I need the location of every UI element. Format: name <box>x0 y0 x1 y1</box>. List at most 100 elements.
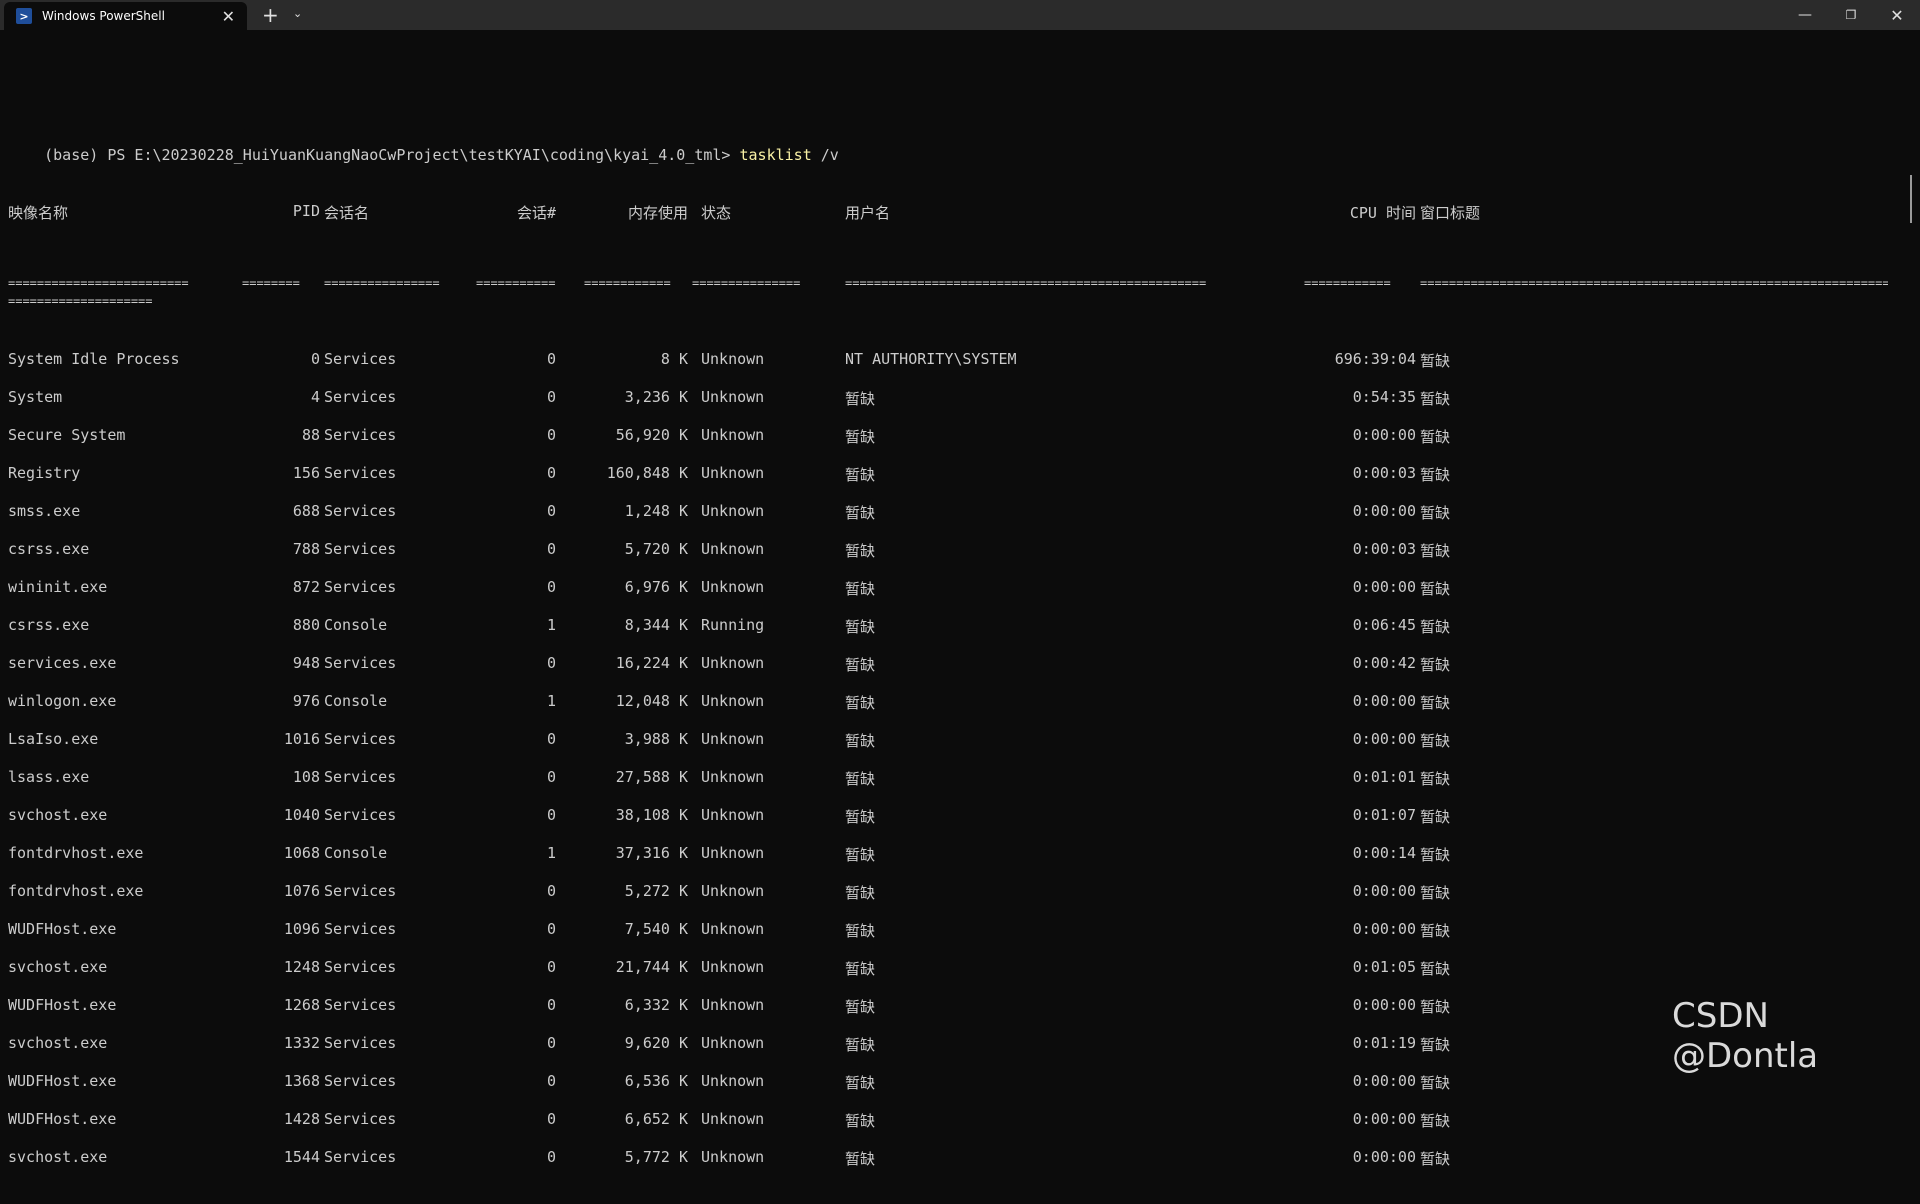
cell-image: System Idle Process <box>8 350 180 368</box>
table-row: fontdrvhost.exe 1076 Services 0 5,272 K Unkno… <box>8 882 1888 920</box>
prompt: (base) PS E:\20230228_HuiYuanKuangNaoCwP… <box>44 146 731 164</box>
cell-user: 暂缺 <box>845 884 876 902</box>
cell-user: 暂缺 <box>845 960 876 978</box>
table-row: svchost.exe 1332 Services 0 9,620 K Unknown 暂缺… <box>8 1034 1888 1072</box>
cell-cpu: 0:00:00 <box>1352 502 1416 520</box>
cell-window-title: 暂缺 <box>1420 1074 1451 1092</box>
minimize-button[interactable]: — <box>1782 2 1828 28</box>
sep-image: ========================= <box>8 276 189 290</box>
cell-mem: 6,536 K <box>624 1072 688 1090</box>
cell-cpu: 0:06:45 <box>1352 616 1416 634</box>
chevron-down-icon[interactable]: ⌄ <box>293 7 302 20</box>
cell-mem: 38,108 K <box>615 806 688 824</box>
cell-image: csrss.exe <box>8 616 90 634</box>
cell-status: Unknown <box>701 958 765 976</box>
cell-window-title: 暂缺 <box>1420 960 1451 978</box>
header-session-name: 会话名 <box>324 204 370 222</box>
cell-mem: 1,248 K <box>624 502 688 520</box>
cell-session-name: Services <box>324 768 397 786</box>
cell-user: 暂缺 <box>845 732 876 750</box>
cell-mem: 6,976 K <box>624 578 688 596</box>
cell-image: fontdrvhost.exe <box>8 882 144 900</box>
maximize-button[interactable]: ❐ <box>1828 2 1874 28</box>
cell-session-num: 0 <box>546 502 556 520</box>
cell-pid: 1068 <box>283 844 320 862</box>
cell-user: 暂缺 <box>845 428 876 446</box>
table-row: WUDFHost.exe 1368 Services 0 6,536 K Unknown 暂… <box>8 1072 1888 1110</box>
close-window-button[interactable]: ✕ <box>1874 2 1920 28</box>
table-row: WUDFHost.exe 1428 Services 0 6,652 K Unknown 暂… <box>8 1110 1888 1148</box>
powershell-icon: > <box>16 8 32 24</box>
header-mem: 内存使用 <box>627 204 688 222</box>
table-row: csrss.exe 880 Console 1 8,344 K Running 暂缺 0:06… <box>8 616 1888 654</box>
table-row: fontdrvhost.exe 1068 Console 1 37,316 K Unkno… <box>8 844 1888 882</box>
cell-session-num: 1 <box>546 844 556 862</box>
cell-status: Unknown <box>701 540 765 558</box>
table-row: System 4 Services 0 3,236 K Unknown 暂缺 0:54:35 暂… <box>8 388 1888 426</box>
cell-window-title: 暂缺 <box>1420 732 1451 750</box>
cell-status: Unknown <box>701 996 765 1014</box>
table-row: WUDFHost.exe 1096 Services 0 7,540 K Unknown 暂… <box>8 920 1888 958</box>
cell-image: WUDFHost.exe <box>8 1072 117 1090</box>
table-row: services.exe 948 Services 0 16,224 K Unknown 暂… <box>8 654 1888 692</box>
cell-image: lsass.exe <box>8 768 90 786</box>
table-row: svchost.exe 1040 Services 0 38,108 K Unknown 暂… <box>8 806 1888 844</box>
header-pid: PID <box>292 202 320 220</box>
table-row: winlogon.exe 976 Console 1 12,048 K Unknown 暂缺… <box>8 692 1888 730</box>
cell-pid: 88 <box>301 426 320 444</box>
separator-line: ========================= ======== =====… <box>8 276 1888 314</box>
cell-image: System <box>8 388 63 406</box>
cell-pid: 1428 <box>283 1110 320 1128</box>
cell-status: Unknown <box>701 1072 765 1090</box>
cell-mem: 16,224 K <box>615 654 688 672</box>
cell-session-name: Services <box>324 730 397 748</box>
cell-session-num: 0 <box>546 768 556 786</box>
cell-status: Unknown <box>701 578 765 596</box>
cell-status: Unknown <box>701 692 765 710</box>
cell-mem: 21,744 K <box>615 958 688 976</box>
cell-mem: 6,652 K <box>624 1110 688 1128</box>
cell-session-name: Services <box>324 920 397 938</box>
cell-session-num: 0 <box>546 350 556 368</box>
cell-mem: 5,720 K <box>624 540 688 558</box>
cell-status: Unknown <box>701 388 765 406</box>
cell-user: 暂缺 <box>845 1112 876 1130</box>
tab-windows-powershell[interactable]: > Windows PowerShell ✕ <box>4 2 247 30</box>
cell-window-title: 暂缺 <box>1420 504 1451 522</box>
cell-session-name: Services <box>324 350 397 368</box>
cell-session-num: 0 <box>546 540 556 558</box>
cell-pid: 1248 <box>283 958 320 976</box>
sep-session-num: =========== <box>476 276 556 290</box>
close-tab-icon[interactable]: ✕ <box>222 7 235 26</box>
scrollbar-thumb[interactable] <box>1910 175 1912 223</box>
cell-user: 暂缺 <box>845 846 876 864</box>
terminal-output[interactable]: (base) PS E:\20230228_HuiYuanKuangNaoCwP… <box>8 92 1888 1204</box>
cell-session-num: 0 <box>546 578 556 596</box>
cell-pid: 1544 <box>283 1148 320 1166</box>
cell-pid: 872 <box>292 578 320 596</box>
cell-pid: 4 <box>310 388 320 406</box>
cell-image: Secure System <box>8 426 126 444</box>
new-tab-button[interactable]: + <box>262 3 279 27</box>
cell-image: services.exe <box>8 654 117 672</box>
cell-user: 暂缺 <box>845 656 876 674</box>
cell-pid: 688 <box>292 502 320 520</box>
cell-mem: 12,048 K <box>615 692 688 710</box>
header-image: 映像名称 <box>8 204 69 222</box>
cell-cpu: 0:00:00 <box>1352 1072 1416 1090</box>
cell-session-name: Services <box>324 540 397 558</box>
process-list: System Idle Process 0 Services 0 8 K Unknown N… <box>8 350 1888 1186</box>
cell-mem: 7,540 K <box>624 920 688 938</box>
cell-session-num: 0 <box>546 654 556 672</box>
cell-image: csrss.exe <box>8 540 90 558</box>
cell-image: svchost.exe <box>8 958 108 976</box>
cell-status: Unknown <box>701 654 765 672</box>
header-user: 用户名 <box>845 204 891 222</box>
table-row: WUDFHost.exe 1268 Services 0 6,332 K Unknown 暂… <box>8 996 1888 1034</box>
cell-session-name: Services <box>324 1110 397 1128</box>
table-header: 映像名称 PID 会话名 会话# 内存使用 状态 用户名 CPU 时间 窗口标题 <box>8 202 1888 240</box>
cell-status: Unknown <box>701 502 765 520</box>
cell-pid: 976 <box>292 692 320 710</box>
cell-session-name: Services <box>324 1034 397 1052</box>
cell-window-title: 暂缺 <box>1420 1112 1451 1130</box>
